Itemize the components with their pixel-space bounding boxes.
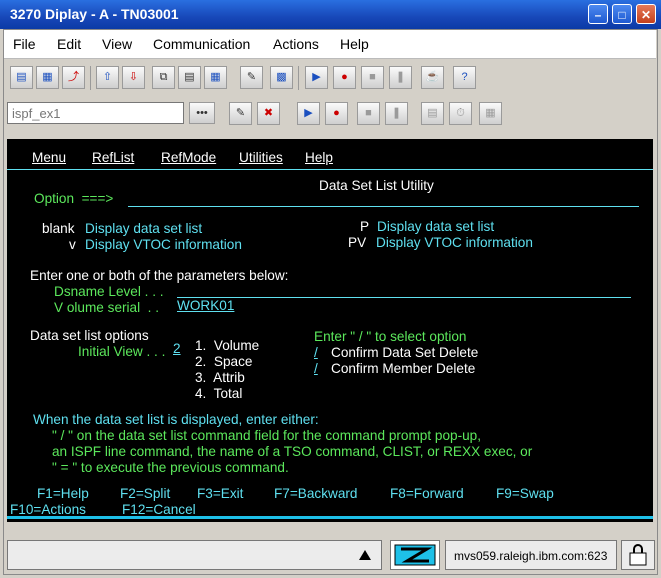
keypad-icon[interactable]: ▦ — [204, 66, 227, 89]
confirm-member-checkbox[interactable]: / — [314, 361, 318, 377]
option-p-key: P — [360, 219, 370, 234]
help-line-4: " = " to execute the previous command. — [52, 460, 289, 475]
initial-view-label: Initial View . . . — [78, 344, 166, 359]
toolbar-separator — [90, 66, 91, 90]
confirm-ds-label: Confirm Data Set Delete — [331, 345, 479, 360]
record-macro-2-icon[interactable]: ● — [325, 102, 348, 125]
dsname-input[interactable] — [177, 297, 631, 298]
option-input[interactable] — [128, 206, 639, 207]
option-p-text: Display data set list — [377, 219, 495, 234]
terminal-screen[interactable]: Menu RefList RefMode Utilities Help Data… — [7, 139, 653, 522]
ispf-menu-help[interactable]: Help — [305, 150, 333, 165]
params-heading: Enter one or both of the parameters belo… — [30, 268, 289, 283]
host-address: mvs059.raleigh.ibm.com:623 — [445, 540, 617, 570]
ispf-menu-refmode[interactable]: RefMode — [161, 150, 216, 165]
terminal-bottom-bar — [7, 516, 653, 519]
menu-communication[interactable]: Communication — [153, 36, 250, 52]
option-blank-text: Display data set list — [85, 221, 203, 236]
title-bar: 3270 Diplay - A - TN03001 – □ ✕ — [0, 0, 661, 29]
stop-macro-icon[interactable]: ■ — [361, 66, 384, 89]
confirm-ds-checkbox[interactable]: / — [314, 345, 318, 361]
view-option-attrib: 3. Attrib — [195, 370, 245, 385]
fkey-f1[interactable]: F1=Help — [37, 486, 89, 502]
fkey-f2[interactable]: F2=Split — [120, 486, 170, 502]
session-input[interactable]: ispf_ex1 — [7, 102, 184, 124]
view-option-space: 2. Space — [195, 354, 253, 369]
option-pv-key: PV — [348, 235, 367, 250]
ispf-menu-menu[interactable]: Menu — [32, 150, 66, 165]
menu-actions[interactable]: Actions — [273, 36, 319, 52]
menu-help[interactable]: Help — [340, 36, 369, 52]
panel-title: Data Set List Utility — [319, 178, 434, 193]
minimize-icon[interactable]: – — [588, 4, 608, 24]
ispf-menu-reflist[interactable]: RefList — [92, 150, 134, 165]
scroll-up-arrow-icon[interactable] — [359, 550, 371, 560]
dsname-label: Dsname Level . . . — [54, 284, 164, 299]
menu-edit[interactable]: Edit — [57, 36, 81, 52]
macro-icon[interactable]: ✎ — [240, 66, 263, 89]
coffee-icon[interactable]: ☕ — [421, 66, 444, 89]
option-blank-key: blank — [42, 221, 75, 236]
help-icon[interactable]: ? — [453, 66, 476, 89]
stop-macro-2-icon[interactable]: ■ — [357, 102, 380, 125]
play-macro-icon[interactable]: ▶ — [305, 66, 328, 89]
pause-macro-icon[interactable]: ❚ — [389, 66, 412, 89]
fkey-f7[interactable]: F7=Backward — [274, 486, 358, 502]
confirm-member-label: Confirm Member Delete — [331, 361, 476, 376]
option-v-key: v — [69, 237, 76, 252]
initial-view-input[interactable]: 2 — [173, 341, 181, 357]
delete-macro-icon[interactable]: ✖ — [257, 102, 280, 125]
exit-icon[interactable]: ⤴ — [62, 66, 85, 89]
lock-icon — [621, 540, 655, 570]
print-disabled-icon[interactable]: ▦ — [479, 102, 502, 125]
pause-macro-2-icon[interactable]: ❚ — [385, 102, 408, 125]
paste-icon[interactable]: ▤ — [178, 66, 201, 89]
toolbar-separator — [298, 66, 299, 90]
screen-capture-icon[interactable]: ▤ — [421, 102, 444, 125]
timer-icon[interactable]: ⏱ — [449, 102, 472, 125]
edit-macro-icon[interactable]: ✎ — [229, 102, 252, 125]
fkey-f8[interactable]: F8=Forward — [390, 486, 464, 502]
help-line-3: an ISPF line command, the name of a TSO … — [52, 444, 533, 459]
help-line-2: " / " on the data set list command field… — [52, 428, 482, 443]
maximize-icon[interactable]: □ — [612, 4, 632, 24]
fkey-f9[interactable]: F9=Swap — [496, 486, 554, 502]
receive-file-icon[interactable]: ⇩ — [122, 66, 145, 89]
menu-file[interactable]: File — [13, 36, 36, 52]
action-bar-separator — [7, 169, 653, 170]
view-option-volume: 1. Volume — [195, 338, 260, 353]
print-screen-icon[interactable]: ▤ — [10, 66, 33, 89]
more-button[interactable]: ••• — [189, 102, 215, 124]
help-line-1: When the data set list is displayed, ent… — [33, 412, 319, 427]
window-title: 3270 Diplay - A - TN03001 — [10, 6, 179, 22]
color-map-icon[interactable]: ▩ — [270, 66, 293, 89]
option-pv-text: Display VTOC information — [376, 235, 533, 250]
option-v-text: Display VTOC information — [85, 237, 242, 252]
dsl-options-label: Data set list options — [30, 328, 149, 343]
play-macro-2-icon[interactable]: ▶ — [297, 102, 320, 125]
volume-input[interactable]: WORK01 — [177, 298, 234, 314]
record-macro-icon[interactable]: ● — [333, 66, 356, 89]
ispf-menu-utilities[interactable]: Utilities — [239, 150, 283, 165]
connection-status-icon — [390, 540, 440, 570]
print-setup-icon[interactable]: ▦ — [36, 66, 59, 89]
send-file-icon[interactable]: ⇧ — [96, 66, 119, 89]
copy-icon[interactable]: ⧉ — [152, 66, 175, 89]
option-label: Option ===> — [34, 191, 114, 206]
fkey-f3[interactable]: F3=Exit — [197, 486, 243, 502]
select-prompt: Enter " / " to select option — [314, 329, 467, 344]
menu-view[interactable]: View — [102, 36, 132, 52]
close-icon[interactable]: ✕ — [636, 4, 656, 24]
menu-bar: File Edit View Communication Actions Hel… — [4, 30, 656, 59]
view-option-total: 4. Total — [195, 386, 243, 401]
status-message-field — [7, 540, 382, 570]
volume-label: V olume serial . . — [54, 300, 160, 315]
